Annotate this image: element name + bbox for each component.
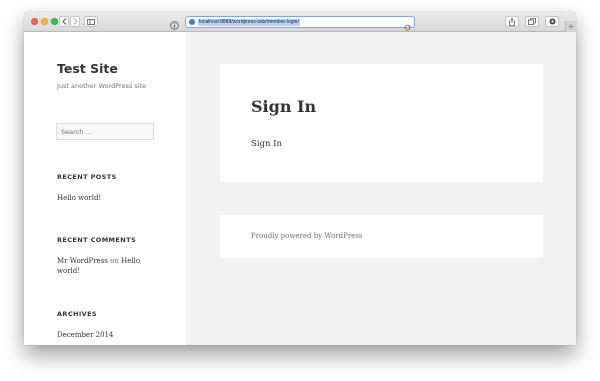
globe-icon — [189, 19, 195, 25]
sidebar-toggle-button[interactable] — [84, 16, 98, 27]
url-text[interactable]: localhost:8888/wordpress-tuts/member-log… — [198, 18, 300, 26]
tabs-overview-button[interactable] — [525, 16, 539, 27]
recent-comment: Mr WordPress on Hello world! — [57, 256, 157, 276]
share-icon — [509, 17, 515, 26]
sidebar: Test Site Just another WordPress site RE… — [24, 32, 186, 345]
reload-icon — [404, 24, 411, 31]
main-content: Sign In Sign In Proudly powered by WordP… — [186, 32, 576, 345]
share-button[interactable] — [505, 16, 519, 27]
comment-connector: on — [110, 257, 119, 265]
footer-credit-link[interactable]: Proudly powered by WordPress — [251, 232, 363, 240]
recent-posts-heading: RECENT POSTS — [57, 173, 117, 181]
browser-window: localhost:8888/wordpress-tuts/member-log… — [24, 12, 576, 345]
back-button[interactable] — [59, 16, 69, 27]
forward-icon — [73, 18, 78, 25]
minimize-window-button[interactable] — [41, 18, 48, 25]
site-description: Just another WordPress site — [57, 82, 147, 90]
info-icon — [170, 21, 179, 30]
archives-heading: ARCHIVES — [57, 310, 98, 318]
extension-button[interactable] — [545, 16, 559, 27]
page-title: Sign In — [251, 97, 317, 116]
forward-button[interactable] — [70, 16, 80, 27]
page-content: Sign In — [251, 139, 282, 149]
sidebar-toggle-icon — [87, 18, 95, 25]
site-footer: Proudly powered by WordPress — [220, 215, 543, 258]
search-input[interactable] — [56, 123, 154, 140]
extension-icon — [549, 18, 555, 25]
address-bar[interactable]: localhost:8888/wordpress-tuts/member-log… — [185, 16, 415, 31]
recent-post-link[interactable]: Hello world! — [57, 193, 157, 203]
new-tab-button[interactable]: + — [565, 21, 576, 32]
archive-link[interactable]: December 2014 — [57, 330, 157, 340]
page-article: Sign In Sign In — [220, 64, 543, 182]
site-title[interactable]: Test Site — [57, 61, 118, 76]
comment-author-link[interactable]: Mr WordPress — [57, 257, 108, 265]
recent-comments-heading: RECENT COMMENTS — [57, 236, 137, 244]
close-window-button[interactable] — [31, 18, 38, 25]
zoom-window-button[interactable] — [51, 18, 58, 25]
back-icon — [61, 18, 66, 25]
browser-toolbar: localhost:8888/wordpress-tuts/member-log… — [24, 12, 576, 32]
tabs-overview-icon — [528, 18, 536, 25]
